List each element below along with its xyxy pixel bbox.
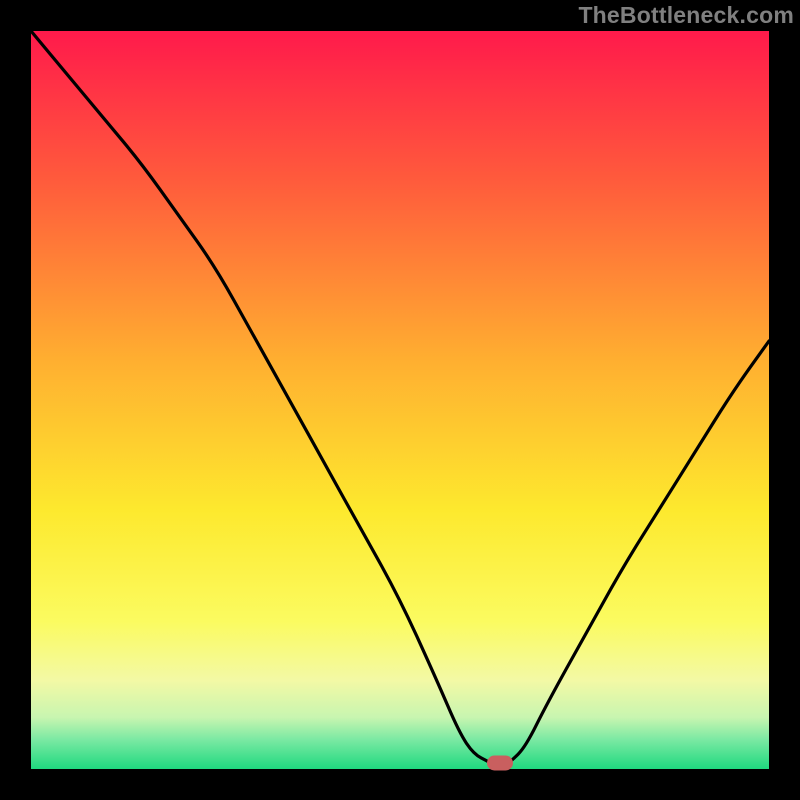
bottleneck-curve <box>31 31 769 769</box>
chart-frame: TheBottleneck.com <box>0 0 800 800</box>
optimal-point-marker <box>487 756 513 771</box>
plot-area <box>31 31 769 769</box>
watermark-text: TheBottleneck.com <box>578 2 794 29</box>
